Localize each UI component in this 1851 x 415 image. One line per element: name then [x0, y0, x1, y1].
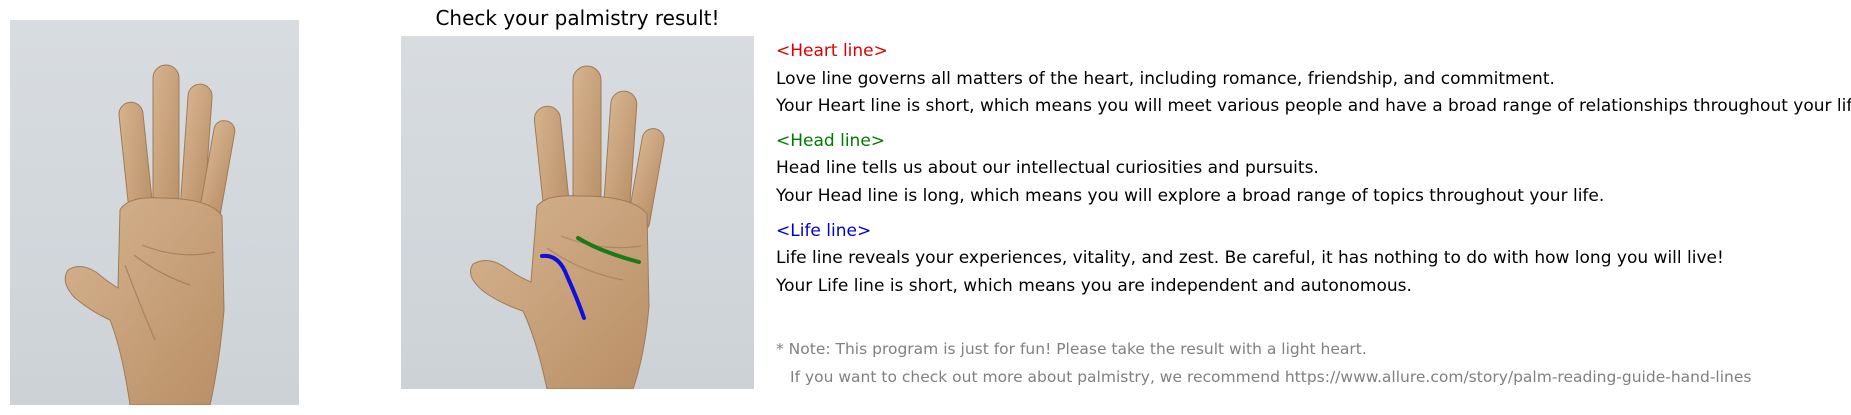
heart-line-result: Your Heart line is short, which means yo…	[776, 96, 1851, 116]
life-line-result: Your Life line is short, which means you…	[776, 276, 1412, 296]
life-line-header: <Life line>	[776, 221, 872, 241]
palm-overlay-illustration	[470, 65, 665, 389]
head-line-result: Your Head line is long, which means you …	[776, 186, 1605, 206]
head-line-description: Head line tells us about our intellectua…	[776, 158, 1319, 178]
heart-line-header: <Heart line>	[776, 41, 888, 61]
palm-illustration	[64, 64, 236, 405]
result-title: Check your palmistry result!	[435, 6, 720, 30]
recommendation-text: If you want to check out more about palm…	[790, 368, 1752, 386]
original-palm-image	[10, 20, 299, 405]
life-line-description: Life line reveals your experiences, vita…	[776, 248, 1724, 268]
result-palm-image	[401, 36, 754, 389]
head-line-header: <Head line>	[776, 131, 886, 151]
heart-line-description: Love line governs all matters of the hea…	[776, 69, 1555, 89]
note-text: * Note: This program is just for fun! Pl…	[776, 340, 1367, 358]
